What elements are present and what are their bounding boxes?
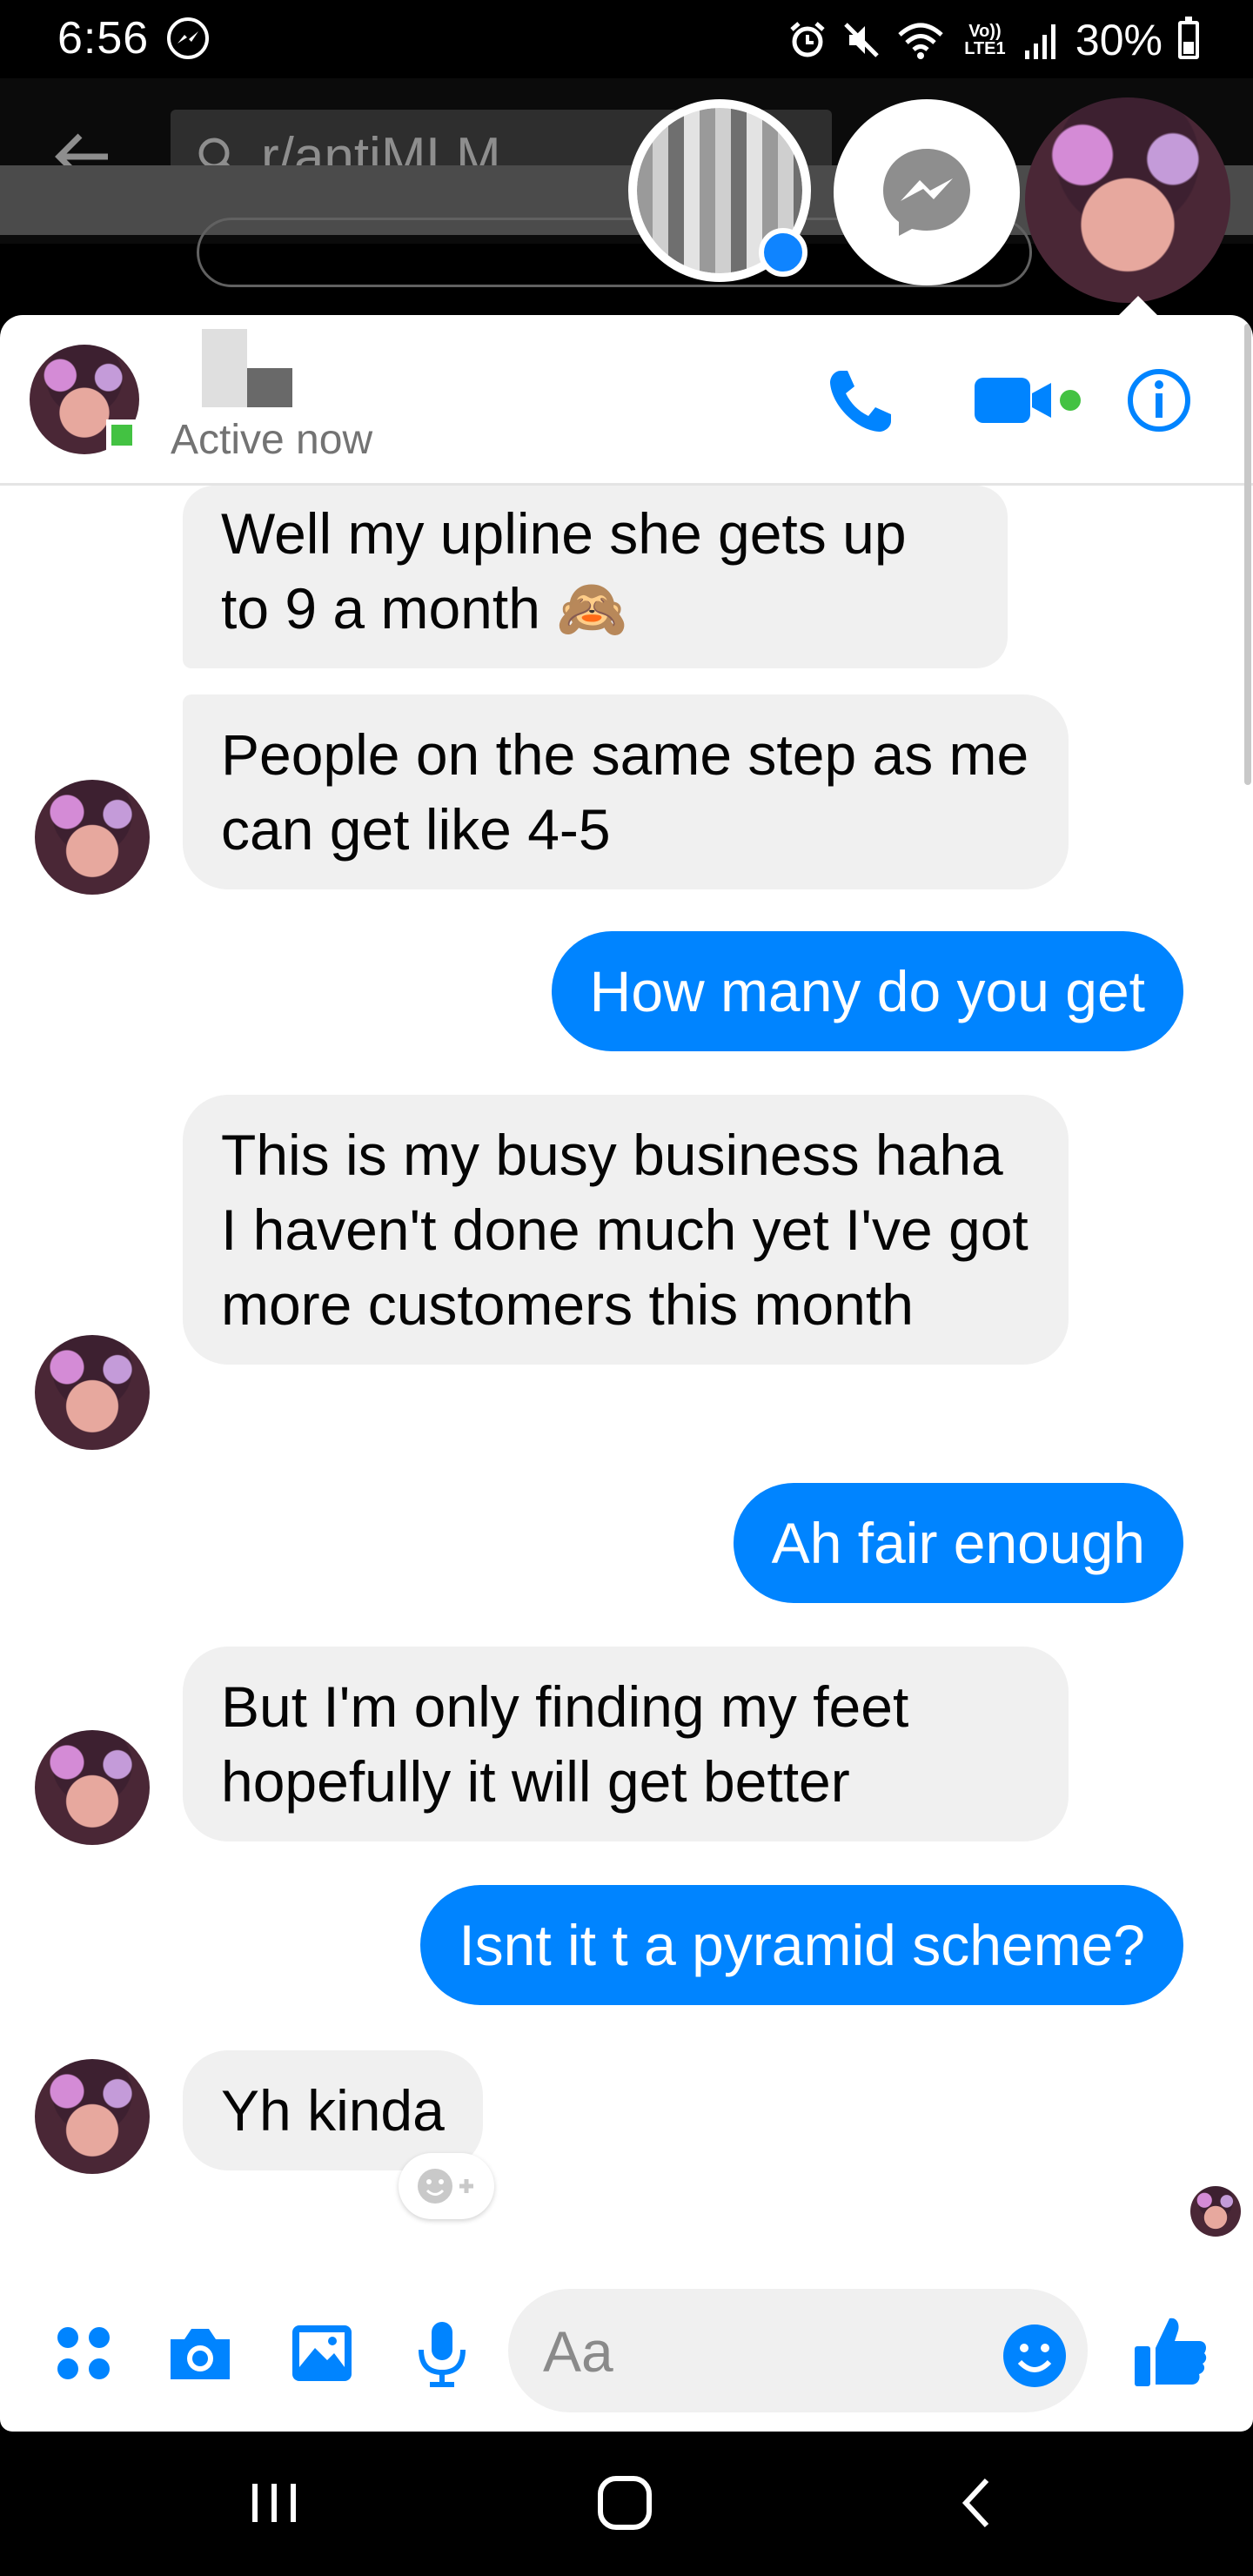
active-status: Active now — [171, 417, 373, 463]
recent-apps-icon[interactable] — [244, 2472, 305, 2537]
smiley-icon[interactable] — [1001, 2322, 1069, 2394]
video-icon[interactable] — [971, 364, 1084, 437]
chat-head-pointer — [1119, 296, 1157, 315]
message-incoming: Well my upline she gets up to 9 a month … — [183, 486, 1008, 668]
navigation-bar — [0, 2437, 1253, 2576]
message-incoming: People on the same step as me can get li… — [183, 694, 1069, 889]
status-time: 6:56 — [57, 13, 150, 64]
message-outgoing: Isnt it t a pyramid scheme? — [420, 1885, 1183, 2005]
alarm-icon — [790, 22, 825, 57]
sender-avatar[interactable] — [35, 780, 150, 895]
chat-panel: Active now Well my upline she gets up to… — [0, 315, 1253, 2432]
status-bar: 6:56 Vo)) LTE1 30% — [0, 0, 1253, 78]
mute-icon — [844, 23, 879, 57]
chat-head-messenger[interactable] — [834, 99, 1020, 285]
image-icon[interactable] — [287, 2318, 357, 2388]
contact-name-redacted — [202, 329, 292, 407]
sender-avatar[interactable] — [35, 1730, 150, 1845]
message-outgoing: Ah fair enough — [733, 1483, 1183, 1603]
message-incoming: This is my busy business haha I haven't … — [183, 1095, 1069, 1365]
sender-avatar[interactable] — [35, 1335, 150, 1450]
scrollbar[interactable] — [1244, 324, 1251, 785]
message-composer: Aa — [0, 2266, 1253, 2432]
screen: 6:56 Vo)) LTE1 30% r/antiMLM Active now … — [0, 0, 1253, 2576]
phone-icon[interactable] — [825, 364, 898, 437]
battery-icon — [1178, 17, 1199, 59]
add-reaction-icon — [418, 2169, 473, 2204]
add-reaction-button[interactable] — [399, 2153, 494, 2219]
online-indicator — [106, 419, 137, 451]
home-icon[interactable] — [592, 2472, 661, 2537]
info-icon[interactable] — [1122, 364, 1196, 437]
sender-avatar[interactable] — [35, 2059, 150, 2174]
messenger-icon — [883, 149, 970, 236]
status-icons: Vo)) LTE1 30% — [788, 12, 1199, 68]
apps-icon[interactable] — [49, 2318, 118, 2388]
battery-percent: 30% — [1075, 16, 1163, 64]
seen-indicator-avatar — [1190, 2186, 1241, 2237]
chat-head-badge — [759, 228, 807, 277]
chat-header: Active now — [0, 315, 1253, 486]
network-label: Vo)) LTE1 — [964, 22, 1006, 58]
message-outgoing: How many do you get — [551, 931, 1183, 1051]
wifi-icon — [898, 23, 943, 59]
message-incoming: But I'm only finding my feet hopefully i… — [183, 1647, 1069, 1841]
back-icon[interactable] — [948, 2472, 1009, 2537]
microphone-icon[interactable] — [407, 2318, 477, 2388]
camera-icon[interactable] — [165, 2318, 235, 2388]
chat-head-active[interactable] — [1025, 97, 1230, 303]
thumbs-up-icon[interactable] — [1131, 2311, 1209, 2394]
signal-icon — [1024, 24, 1055, 59]
message-input-placeholder: Aa — [543, 2319, 613, 2384]
messenger-icon — [167, 17, 209, 59]
